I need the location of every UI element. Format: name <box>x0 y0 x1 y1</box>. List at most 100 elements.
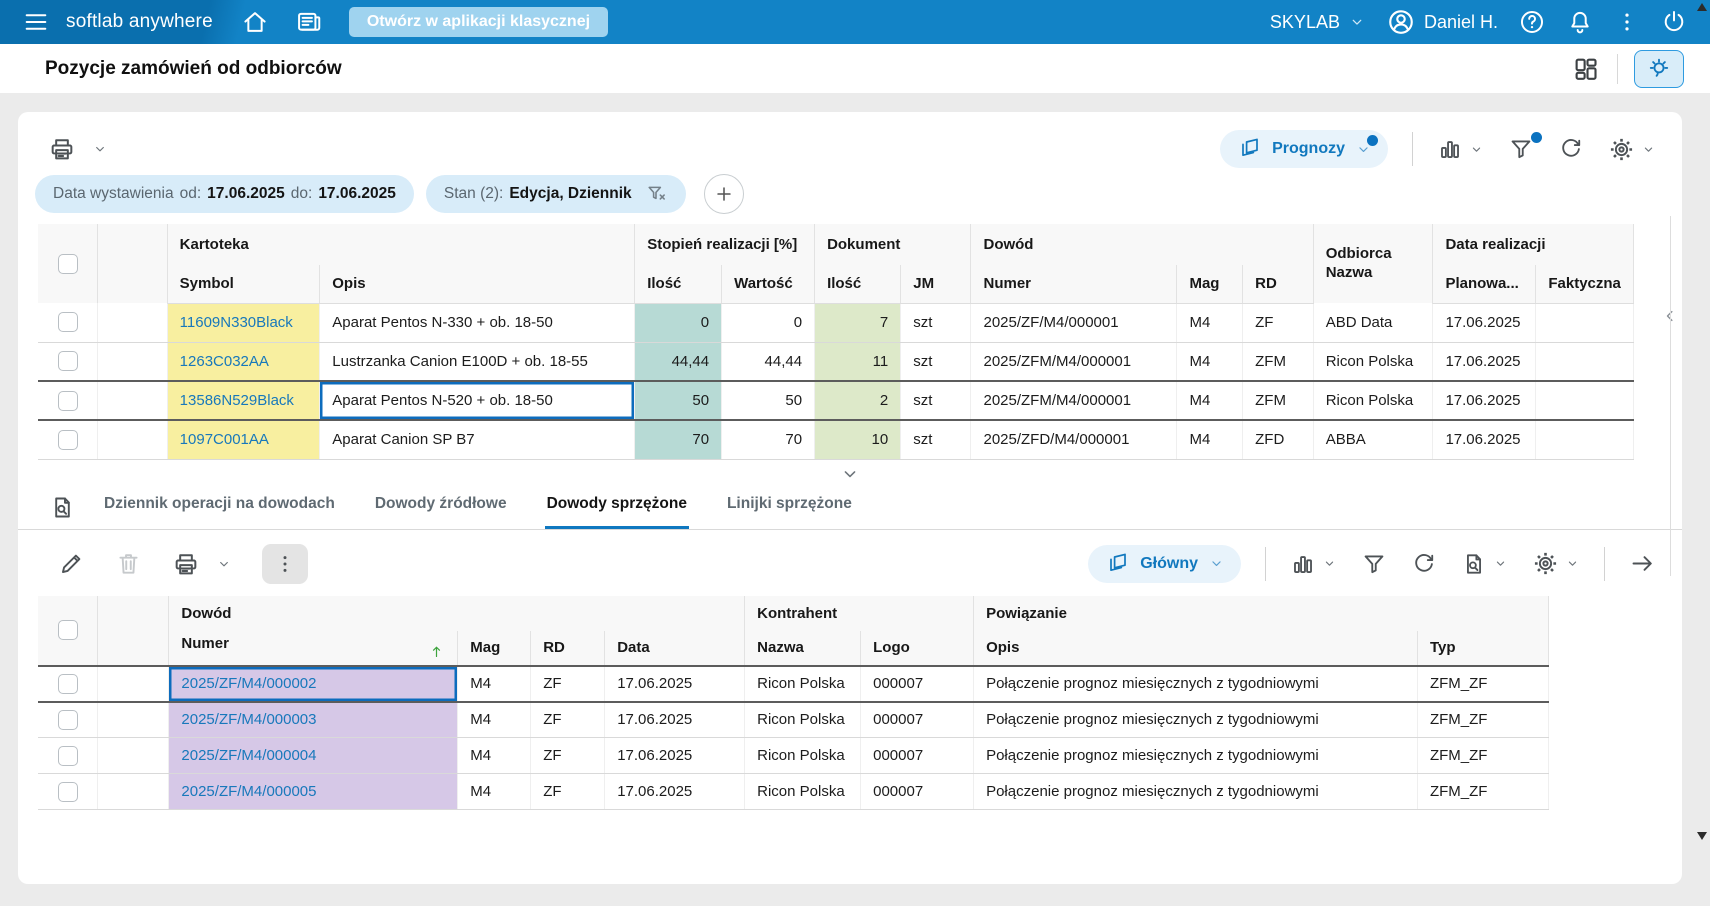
column-header-mag[interactable]: Mag <box>1176 265 1244 304</box>
cell-rd[interactable]: ZF <box>530 664 606 703</box>
cell-odbiorca[interactable]: ABBA <box>1313 420 1434 460</box>
add-filter-button[interactable] <box>703 174 744 214</box>
cell-logo[interactable]: 000007 <box>860 701 975 738</box>
row-checkbox[interactable] <box>57 351 78 372</box>
tab-dowody-zrodlowe[interactable]: Dowody źródłowe <box>373 495 509 529</box>
cell-ilosc-dokument[interactable]: 11 <box>814 342 902 382</box>
cell-logo[interactable]: 000007 <box>860 737 975 774</box>
edit-button[interactable] <box>58 550 85 577</box>
cell-rd[interactable]: ZF <box>1242 303 1314 343</box>
tab-linijki-sprzezone[interactable]: Linijki sprzężone <box>725 495 854 529</box>
print-button[interactable] <box>48 135 108 163</box>
cell-mag[interactable]: M4 <box>1176 420 1244 460</box>
row-checkbox[interactable] <box>57 781 78 802</box>
cell-rd[interactable]: ZF <box>530 773 606 810</box>
collapse-grid-button[interactable] <box>839 463 861 485</box>
column-header-rd[interactable]: RD <box>1242 265 1314 304</box>
cell-opis[interactable]: Połączenie prognoz miesięcznych z tygodn… <box>973 737 1418 774</box>
row-checkbox[interactable] <box>57 429 78 450</box>
row-checkbox[interactable] <box>57 390 78 411</box>
cell-symbol[interactable]: 13586N529Black <box>167 380 321 421</box>
go-to-button[interactable] <box>1629 550 1656 577</box>
cell-ilosc-realizacji[interactable]: 44,44 <box>634 342 723 382</box>
column-header-rd[interactable]: RD <box>530 630 606 666</box>
more-actions-button[interactable] <box>262 543 308 584</box>
column-header-opis[interactable]: Opis <box>319 265 636 304</box>
cell-faktyczna[interactable] <box>1535 342 1634 382</box>
cell-nazwa[interactable]: Ricon Polska <box>744 737 862 774</box>
cell-data[interactable]: 17.06.2025 <box>604 664 746 703</box>
row-checkbox[interactable] <box>57 673 78 694</box>
cell-symbol[interactable]: 1263C032AA <box>167 342 321 382</box>
column-header-logo[interactable]: Logo <box>860 630 975 666</box>
column-header-numer[interactable]: Numer <box>168 630 459 666</box>
filter-button-linked[interactable] <box>1361 551 1387 577</box>
cell-logo[interactable]: 000007 <box>860 664 975 703</box>
column-header-ilosc-dokument[interactable]: Ilość <box>814 265 902 304</box>
print-button-linked[interactable] <box>172 550 232 578</box>
column-header-planowana[interactable]: Planowa... <box>1432 265 1537 304</box>
table-row[interactable]: 2025/ZF/M4/000005 M4 ZF 17.06.2025 Ricon… <box>38 773 1550 810</box>
view-selector-prognozy[interactable]: Prognozy <box>1220 130 1388 168</box>
user-menu[interactable]: Daniel H. <box>1386 7 1498 37</box>
cell-ilosc-realizacji[interactable]: 70 <box>634 420 723 460</box>
cell-ilosc-realizacji[interactable]: 0 <box>634 303 723 343</box>
cell-planowana[interactable]: 17.06.2025 <box>1432 420 1537 460</box>
cell-ilosc-realizacji[interactable]: 50 <box>634 380 723 421</box>
cell-numer[interactable]: 2025/ZF/M4/000004 <box>168 737 459 774</box>
cell-nazwa[interactable]: Ricon Polska <box>744 664 862 703</box>
cell-rd[interactable]: ZFM <box>1242 342 1314 382</box>
cell-numer[interactable]: 2025/ZFM/M4/000001 <box>970 380 1178 421</box>
cell-mag[interactable]: M4 <box>1176 380 1244 421</box>
cell-numer[interactable]: 2025/ZFD/M4/000001 <box>970 420 1178 460</box>
cell-rd[interactable]: ZFD <box>1242 420 1314 460</box>
cell-typ[interactable]: ZFM_ZF <box>1417 664 1550 703</box>
column-header-ilosc-realizacji[interactable]: Ilość <box>634 265 723 304</box>
row-checkbox[interactable] <box>57 745 78 766</box>
column-header-typ[interactable]: Typ <box>1417 630 1550 666</box>
scrollbar-up-arrow[interactable] <box>1697 3 1707 11</box>
column-header-odbiorca-nazwa[interactable]: Odbiorca Nazwa <box>1313 224 1434 303</box>
cell-jm[interactable]: szt <box>900 420 972 460</box>
cell-logo[interactable]: 000007 <box>860 773 975 810</box>
date-filter-chip[interactable]: Data wystawienia od: 17.06.2025 do: 17.0… <box>35 175 414 213</box>
cell-ilosc-dokument[interactable]: 2 <box>814 380 902 421</box>
column-header-opis[interactable]: Opis <box>973 630 1418 666</box>
preview-button-linked[interactable] <box>1461 551 1508 577</box>
cell-typ[interactable]: ZFM_ZF <box>1417 773 1550 810</box>
cell-opis[interactable]: Połączenie prognoz miesięcznych z tygodn… <box>973 773 1418 810</box>
home-button[interactable] <box>241 8 269 36</box>
logout-button[interactable] <box>1660 8 1688 36</box>
cell-numer[interactable]: 2025/ZF/M4/000001 <box>970 303 1178 343</box>
cell-mag[interactable]: M4 <box>457 773 532 810</box>
news-button[interactable] <box>295 8 323 36</box>
select-all-checkbox[interactable] <box>57 253 78 274</box>
row-checkbox[interactable] <box>57 709 78 730</box>
cell-rd[interactable]: ZF <box>530 737 606 774</box>
table-row[interactable]: 1097C001AA Aparat Canion SP B7 70 70 10 … <box>38 420 1634 460</box>
cell-nazwa[interactable]: Ricon Polska <box>744 773 862 810</box>
cell-faktyczna[interactable] <box>1535 380 1634 421</box>
assistant-button[interactable] <box>1634 49 1684 88</box>
chart-button[interactable] <box>1437 136 1484 162</box>
cell-opis[interactable]: Lustrzanka Canion E100D + ob. 18-55 <box>319 342 636 382</box>
cell-ilosc-dokument[interactable]: 7 <box>814 303 902 343</box>
cell-typ[interactable]: ZFM_ZF <box>1417 737 1550 774</box>
cell-faktyczna[interactable] <box>1535 420 1634 460</box>
help-button[interactable] <box>1518 8 1546 36</box>
cell-symbol[interactable]: 11609N330Black <box>167 303 321 343</box>
cell-data[interactable]: 17.06.2025 <box>604 737 746 774</box>
table-row-selected[interactable]: 13586N529Black Aparat Pentos N-520 + ob.… <box>38 380 1634 421</box>
hamburger-menu-button[interactable] <box>22 8 50 36</box>
cell-rd[interactable]: ZF <box>530 701 606 738</box>
cell-wartosc-realizacji[interactable]: 50 <box>721 380 816 421</box>
cell-odbiorca[interactable]: Ricon Polska <box>1313 342 1434 382</box>
delete-button[interactable] <box>115 550 142 577</box>
cell-numer[interactable]: 2025/ZF/M4/000003 <box>168 701 459 738</box>
select-all-checkbox[interactable] <box>57 620 78 640</box>
refresh-button[interactable] <box>1558 136 1584 162</box>
tab-dziennik-operacji[interactable]: Dziennik operacji na dowodach <box>102 495 337 529</box>
filter-button[interactable] <box>1508 132 1542 162</box>
cell-typ[interactable]: ZFM_ZF <box>1417 701 1550 738</box>
cell-data[interactable]: 17.06.2025 <box>604 701 746 738</box>
